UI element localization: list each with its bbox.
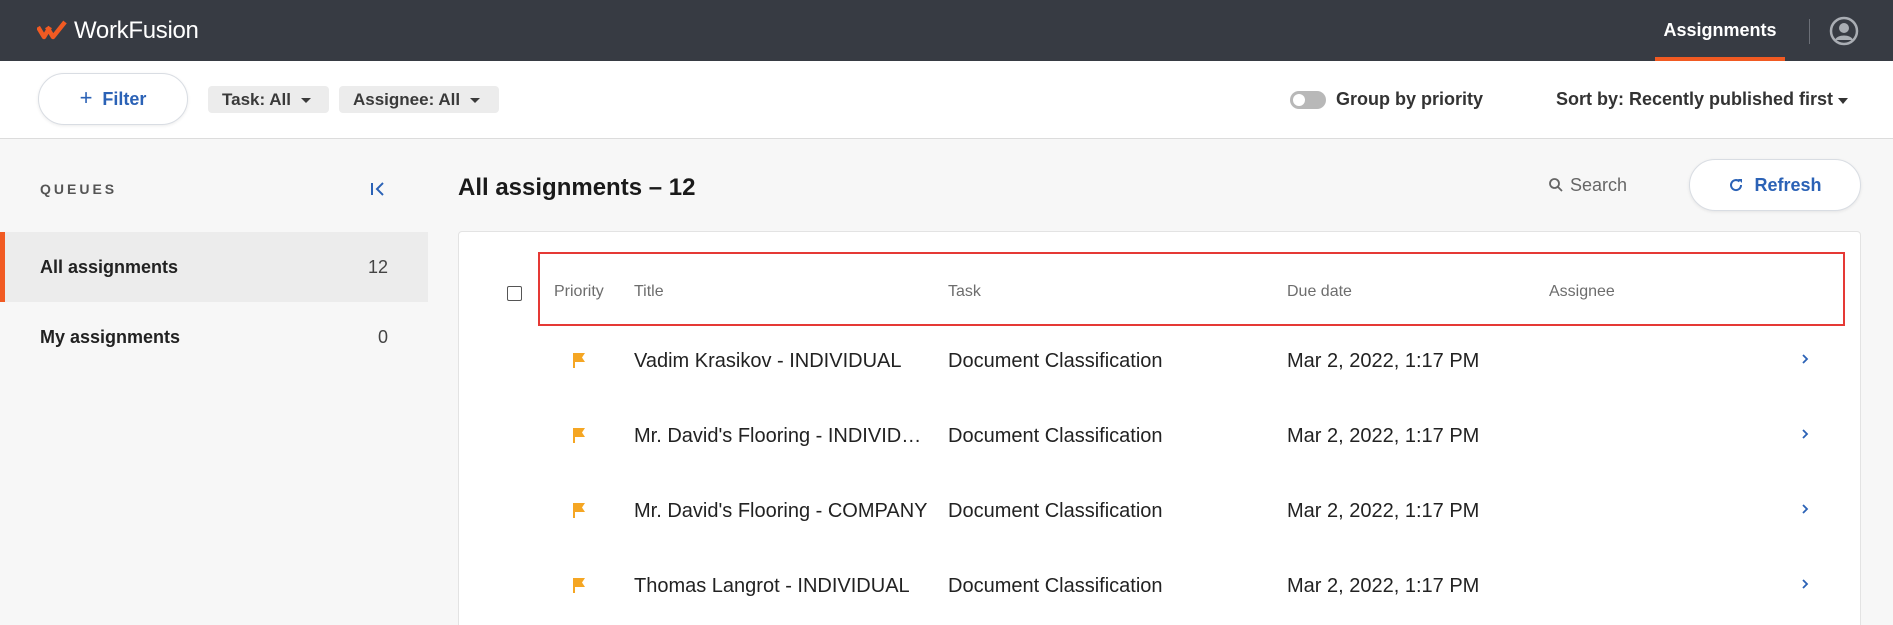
collapse-sidebar-icon[interactable] <box>369 180 387 198</box>
chevron-right-icon[interactable] <box>1799 577 1811 591</box>
search-input[interactable] <box>1570 170 1680 200</box>
row-task: Document Classification <box>948 500 1163 522</box>
row-due-date: Mar 2, 2022, 1:17 PM <box>1287 500 1480 522</box>
row-title: Vadim Krasikov - INDIVIDUAL <box>634 350 902 372</box>
row-title: Mr. David's Flooring - COMPANY <box>634 500 928 522</box>
page-title: All assignments – 12 <box>458 174 696 201</box>
flag-icon <box>573 353 585 368</box>
caret-down-icon <box>470 98 481 103</box>
queues-heading: QUEUES <box>40 181 118 197</box>
queue-item-count: 12 <box>367 256 388 277</box>
column-header-priority[interactable]: Priority <box>554 283 604 301</box>
filter-button[interactable]: + Filter <box>38 73 188 125</box>
row-due-date: Mar 2, 2022, 1:17 PM <box>1287 575 1480 597</box>
group-by-priority-label: Group by priority <box>1336 89 1484 109</box>
user-account-icon[interactable] <box>1829 16 1859 46</box>
nav-tab-assignments[interactable]: Assignments <box>1655 0 1785 61</box>
flag-icon <box>573 428 585 443</box>
select-all-checkbox[interactable] <box>507 286 522 301</box>
column-header-title[interactable]: Title <box>634 283 664 301</box>
flag-icon <box>573 503 585 518</box>
logo-icon <box>37 20 67 40</box>
chevron-right-icon[interactable] <box>1799 502 1811 516</box>
row-task: Document Classification <box>948 425 1163 447</box>
row-due-date: Mar 2, 2022, 1:17 PM <box>1287 425 1480 447</box>
plus-icon: + <box>79 84 93 110</box>
chevron-right-icon[interactable] <box>1799 352 1811 366</box>
chevron-right-icon[interactable] <box>1799 427 1811 441</box>
search-icon <box>1549 178 1563 192</box>
task-chip-label: Task: All <box>222 89 291 109</box>
column-header-due-date[interactable]: Due date <box>1287 283 1352 301</box>
nav-divider <box>1809 19 1810 44</box>
task-filter-chip[interactable]: Task: All <box>208 86 329 113</box>
row-title: Mr. David's Flooring - INDIVID… <box>634 425 922 447</box>
queue-item-all-assignments[interactable]: All assignments 12 <box>0 232 428 302</box>
assignee-chip-label: Assignee: All <box>353 89 461 109</box>
top-navbar: WorkFusion Assignments <box>0 0 1893 61</box>
group-by-priority-toggle[interactable] <box>1290 91 1326 109</box>
queue-item-label: All assignments <box>40 256 179 277</box>
row-title: Thomas Langrot - INDIVIDUAL <box>634 575 910 597</box>
row-task: Document Classification <box>948 350 1163 372</box>
queue-item-count: 0 <box>377 326 388 347</box>
caret-down-icon[interactable] <box>1838 98 1848 104</box>
flag-icon <box>573 578 585 593</box>
column-header-assignee[interactable]: Assignee <box>1549 283 1615 301</box>
queue-item-my-assignments[interactable]: My assignments 0 <box>0 302 428 372</box>
queues-sidebar: QUEUES All assignments 12 My assignments… <box>0 140 428 625</box>
refresh-button-label: Refresh <box>1754 174 1822 195</box>
refresh-icon <box>1730 179 1743 192</box>
assignee-filter-chip[interactable]: Assignee: All <box>339 86 499 113</box>
table-header-row <box>538 252 1845 326</box>
queue-item-label: My assignments <box>40 326 181 347</box>
row-due-date: Mar 2, 2022, 1:17 PM <box>1287 350 1480 372</box>
column-header-task[interactable]: Task <box>948 283 981 301</box>
app-name: WorkFusion <box>74 17 199 44</box>
sort-dropdown[interactable]: Sort by: Recently published first <box>1556 89 1833 110</box>
row-task: Document Classification <box>948 575 1163 597</box>
refresh-button[interactable]: Refresh <box>1689 159 1861 211</box>
filter-button-label: Filter <box>102 88 147 109</box>
filter-bar: + Filter Task: All Assignee: All Group b… <box>0 61 1893 139</box>
caret-down-icon <box>300 98 311 103</box>
workfusion-logo[interactable]: WorkFusion <box>37 17 199 45</box>
